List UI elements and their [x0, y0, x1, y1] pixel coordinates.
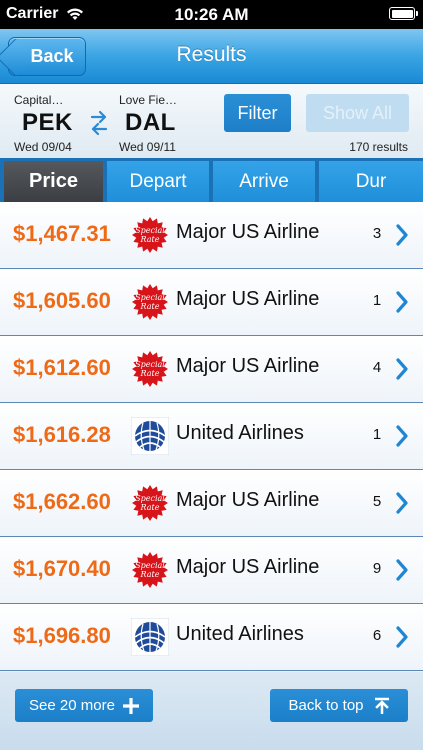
tab-price[interactable]: Price — [4, 161, 104, 202]
sort-tabs: Price Depart Arrive Dur — [0, 158, 423, 202]
result-price: $1,662.60 — [13, 489, 111, 514]
arrow-up-to-bar-icon — [374, 697, 389, 714]
see-more-button[interactable]: See 20 more — [15, 689, 153, 722]
result-price: $1,670.40 — [13, 556, 111, 581]
united-globe-icon — [131, 417, 169, 455]
result-price: $1,467.31 — [13, 221, 111, 246]
united-globe-icon — [131, 618, 169, 656]
chevron-right-icon — [396, 559, 408, 581]
svg-text:Rate: Rate — [140, 503, 160, 512]
chevron-right-icon — [396, 358, 408, 380]
result-flight-count: 4 — [372, 359, 382, 376]
back-button-label: Back — [30, 46, 74, 66]
svg-text:Rate: Rate — [140, 302, 160, 311]
svg-text:Special: Special — [135, 561, 165, 570]
origin-code: PEK — [22, 109, 73, 136]
special-rate-icon: SpecialRate — [132, 217, 168, 253]
filter-button[interactable]: Filter — [224, 94, 291, 132]
origin-date: Wed 09/04 — [14, 140, 72, 154]
result-airline: United Airlines — [176, 422, 304, 444]
svg-text:Special: Special — [135, 226, 165, 235]
result-flight-count: 1 — [372, 292, 382, 309]
route-summary: Capital… PEK Wed 09/04 Love Fie… DAL Wed… — [0, 84, 423, 158]
destination-city: Love Fie… — [119, 93, 178, 107]
tab-arrive[interactable]: Arrive — [213, 161, 316, 202]
result-row[interactable]: $1,612.60 Special Rate Major US Airline 4 — [0, 336, 423, 403]
result-row[interactable]: $1,670.40 Special Rate Major US Airline 9 — [0, 537, 423, 604]
show-all-button[interactable]: Show All — [306, 94, 409, 132]
result-airline: Major US Airline — [176, 355, 320, 377]
status-time: 10:26 AM — [174, 5, 249, 24]
result-row[interactable]: $1,662.60 Special Rate Major US Airline 5 — [0, 470, 423, 537]
special-rate-icon: SpecialRate — [132, 351, 168, 387]
svg-text:Special: Special — [135, 360, 165, 369]
svg-text:Rate: Rate — [140, 369, 160, 378]
result-airline: Major US Airline — [176, 489, 320, 511]
back-to-top-label: Back to top — [288, 697, 364, 714]
special-rate-icon: SpecialRate — [132, 284, 168, 320]
result-row[interactable]: $1,467.31 Special Rate Major US Airline 3 — [0, 202, 423, 269]
result-flight-count: 5 — [372, 493, 382, 510]
result-airline: United Airlines — [176, 623, 304, 645]
tab-duration[interactable]: Dur — [319, 161, 423, 202]
special-rate-icon: SpecialRate — [132, 485, 168, 521]
result-flight-count: 3 — [372, 225, 382, 242]
result-row[interactable]: $1,605.60 Special Rate Major US Airline 1 — [0, 269, 423, 336]
chevron-right-icon — [396, 492, 408, 514]
svg-text:Special: Special — [135, 293, 165, 302]
result-flight-count: 1 — [372, 426, 382, 443]
see-more-label: See 20 more — [29, 697, 115, 714]
chevron-right-icon — [396, 291, 408, 313]
result-price: $1,612.60 — [13, 355, 111, 380]
svg-text:Special: Special — [135, 494, 165, 503]
result-airline: Major US Airline — [176, 221, 320, 243]
results-count: 170 results — [349, 140, 408, 154]
result-flight-count: 6 — [372, 627, 382, 644]
bottom-bar: See 20 more Back to top — [0, 672, 423, 750]
result-airline: Major US Airline — [176, 288, 320, 310]
result-row[interactable]: $1,616.28 United Airlines 1 — [0, 403, 423, 470]
svg-text:Rate: Rate — [140, 570, 160, 579]
result-airline: Major US Airline — [176, 556, 320, 578]
swap-arrows-icon — [90, 110, 108, 136]
tab-depart[interactable]: Depart — [107, 161, 210, 202]
chevron-right-icon — [396, 626, 408, 648]
result-row[interactable]: $1,696.80 United Airlines 6 — [0, 604, 423, 671]
results-list: $1,467.31 Special Rate Major US Airline 3 $1,… — [0, 202, 423, 671]
plus-icon — [122, 697, 139, 714]
destination-code: DAL — [125, 109, 176, 136]
chevron-right-icon — [396, 425, 408, 447]
back-to-top-button[interactable]: Back to top — [270, 689, 408, 722]
chevron-right-icon — [396, 224, 408, 246]
battery-icon — [389, 7, 418, 20]
special-rate-icon: SpecialRate — [132, 552, 168, 588]
nav-bar: Back Results — [0, 29, 423, 84]
destination-date: Wed 09/11 — [119, 140, 176, 154]
status-bar: Carrier 10:26 AM — [0, 0, 423, 29]
result-flight-count: 9 — [372, 560, 382, 577]
result-price: $1,616.28 — [13, 422, 111, 447]
origin-city: Capital… — [14, 93, 64, 107]
svg-text:Rate: Rate — [140, 235, 160, 244]
result-price: $1,605.60 — [13, 288, 111, 313]
result-price: $1,696.80 — [13, 623, 111, 648]
